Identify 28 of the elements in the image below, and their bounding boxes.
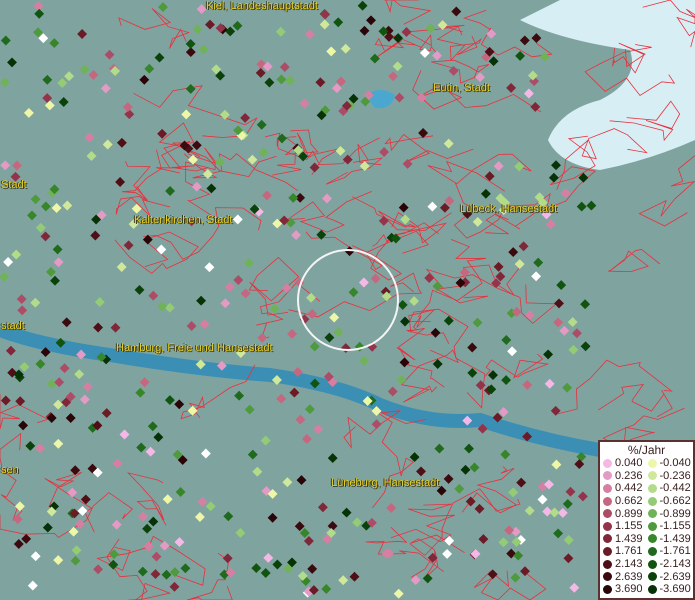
legend-label: -0.899 [660, 508, 691, 520]
legend-label: 0.040 [615, 457, 643, 470]
legend-label: -0.236 [660, 470, 691, 482]
selection-circle[interactable] [297, 249, 399, 351]
legend-label: 1.155 [615, 520, 643, 532]
place-label: stadt [0, 319, 26, 333]
legend-label: 0.442 [615, 482, 643, 494]
legend-label: -1.155 [660, 520, 691, 532]
legend-label: 1.439 [615, 532, 643, 545]
legend-label: -1.761 [660, 545, 691, 558]
legend-label: -2.143 [660, 558, 691, 570]
legend-label: -0.442 [660, 482, 691, 494]
legend-label: -1.439 [660, 532, 691, 545]
legend-label: -3.690 [660, 583, 691, 596]
place-label: Stadt [0, 178, 28, 192]
legend-label: -0.662 [660, 495, 691, 508]
place-label: Kiel, Landeshauptstadt [205, 0, 319, 13]
legend-label: 1.761 [615, 545, 643, 558]
legend-label: -0.040 [660, 457, 691, 470]
place-label: Hamburg, Freie und Hansestadt [115, 341, 274, 355]
legend-label: 0.236 [615, 470, 643, 482]
legend-label: 2.143 [615, 558, 643, 570]
legend-label: 0.662 [615, 495, 643, 508]
legend-label: 2.639 [615, 570, 643, 583]
legend-label: -2.639 [660, 570, 691, 583]
legend-title: %/Jahr [628, 443, 666, 457]
legend-label: 3.690 [615, 583, 643, 596]
legend-label: 0.899 [615, 508, 643, 520]
